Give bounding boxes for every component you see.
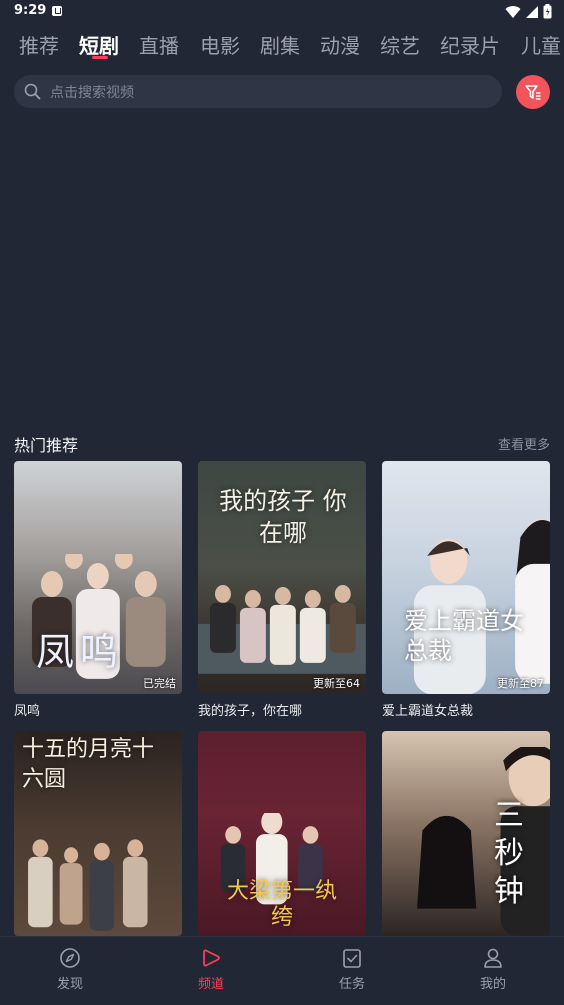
poster-figures: [413, 518, 550, 694]
drama-card[interactable]: 凤鸣 已完结 凤鸣: [14, 461, 182, 719]
see-more-link[interactable]: 查看更多: [498, 434, 550, 453]
poster-title: 我的孩子 你在哪: [219, 487, 347, 547]
active-tab-indicator: [92, 56, 108, 59]
poster-figures: [198, 585, 366, 675]
search-bar[interactable]: [14, 75, 502, 110]
poster-title: 十五的月亮十六圆: [22, 737, 155, 792]
status-bar: 9:29: [0, 0, 564, 24]
nav-tasks[interactable]: 任务: [312, 947, 392, 992]
nav-label: 我的: [479, 977, 506, 992]
category-tabs: 推荐 短剧 直播 电影 剧集 动漫 综艺 纪录片 儿童: [0, 26, 564, 66]
search-icon: [24, 83, 41, 100]
play-icon: [203, 949, 220, 967]
poster-title: 三秒钟: [494, 798, 524, 909]
status-badge: 更新至64: [313, 677, 360, 690]
card-title: 爱上霸道女总裁: [382, 704, 474, 719]
section-title: 热门推荐: [14, 436, 79, 455]
poster-image[interactable]: 我的孩子 你在哪 更新至64: [198, 461, 366, 694]
tab-short-drama[interactable]: 短剧: [79, 30, 119, 59]
nav-channel[interactable]: 频道: [171, 947, 251, 992]
user-icon: [484, 948, 502, 968]
drama-card[interactable]: 大梁第一纨绔: [198, 731, 366, 936]
filter-button[interactable]: [516, 75, 550, 109]
drama-card[interactable]: 三秒钟: [382, 731, 550, 936]
battery-icon: [543, 4, 552, 19]
signal-icon: [526, 5, 538, 18]
nav-label: 频道: [197, 977, 224, 992]
tab-recommend[interactable]: 推荐: [19, 30, 59, 59]
wifi-icon: [505, 5, 521, 18]
filter-icon: [525, 85, 541, 100]
poster-image[interactable]: 三秒钟: [382, 731, 550, 936]
card-title: 凤鸣: [14, 704, 41, 719]
drama-card[interactable]: 我的孩子 你在哪 更新至64 我的孩子，你在哪: [198, 461, 366, 719]
drama-card[interactable]: 十五的月亮十六圆: [14, 731, 182, 936]
poster-title: 大梁第一纨绔: [226, 879, 337, 930]
poster-title: 凤鸣: [36, 630, 125, 674]
notification-icon: [52, 6, 62, 16]
task-icon: [343, 949, 361, 968]
nav-discover[interactable]: 发现: [30, 947, 110, 992]
tab-documentary[interactable]: 纪录片: [440, 30, 500, 59]
poster-figures: [28, 839, 148, 931]
poster-image[interactable]: 大梁第一纨绔: [198, 731, 366, 936]
status-badge: 已完结: [143, 677, 176, 690]
drama-card[interactable]: 爱上霸道女总裁 更新至87 爱上霸道女总裁: [382, 461, 550, 719]
nav-label: 任务: [338, 977, 365, 992]
poster-title: 爱上霸道女总裁: [404, 607, 524, 665]
tab-anime[interactable]: 动漫: [320, 30, 360, 59]
poster-image[interactable]: 十五的月亮十六圆: [14, 731, 182, 936]
status-time: 9:29: [14, 3, 47, 18]
poster-image[interactable]: 凤鸣 已完结: [14, 461, 182, 694]
tab-movie[interactable]: 电影: [200, 30, 240, 59]
bottom-navigation: 发现 频道 任务 我的: [0, 936, 564, 1005]
tab-live[interactable]: 直播: [139, 30, 179, 59]
tab-children[interactable]: 儿童: [521, 30, 561, 59]
compass-icon: [60, 948, 80, 968]
tab-variety[interactable]: 综艺: [380, 30, 420, 59]
tab-series[interactable]: 剧集: [260, 30, 300, 59]
nav-mine[interactable]: 我的: [453, 947, 533, 992]
status-icons: [505, 4, 552, 19]
poster-image[interactable]: 爱上霸道女总裁 更新至87: [382, 461, 550, 694]
card-title: 我的孩子，你在哪: [198, 704, 303, 719]
nav-label: 发现: [56, 977, 83, 992]
search-input[interactable]: [48, 75, 492, 110]
status-badge: 更新至87: [497, 677, 544, 690]
